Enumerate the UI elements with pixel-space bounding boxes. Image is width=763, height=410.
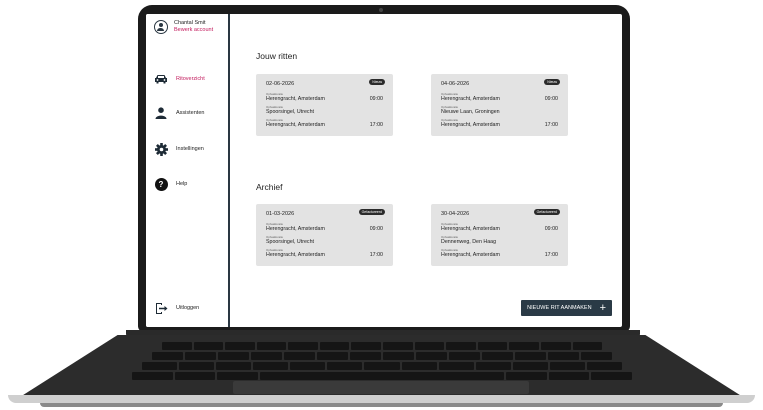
ride-stop: Ophaallocatie Herengracht, Amsterdam 17:0… <box>441 249 558 259</box>
sidebar-item-label: Help <box>176 181 188 187</box>
laptop-base-edge <box>40 403 723 407</box>
help-icon: ? <box>154 177 168 191</box>
ride-date: 30-04-2026 <box>441 211 470 217</box>
laptop-screen: Chantal Smit Bewerk account Ritoverzicht… <box>146 14 622 327</box>
ride-date: 01-03-2026 <box>266 211 295 217</box>
profile-name: Chantal Smit <box>174 20 206 26</box>
stop-place: Dennenweg, Den Haag <box>441 239 497 245</box>
stop-place: Herengracht, Amsterdam <box>266 252 325 258</box>
stop-time: 17:00 <box>544 122 558 128</box>
stop-place: Herengracht, Amsterdam <box>441 252 500 258</box>
new-ride-label: NIEUWE RIT AANMAKEN <box>527 305 592 311</box>
person-icon <box>154 106 168 120</box>
ride-stop: Ophaallocatie Herengracht, Amsterdam 09:0… <box>266 93 383 103</box>
key-row <box>132 372 633 380</box>
stop-place: Herengracht, Amsterdam <box>441 226 500 232</box>
stop-time: 09:00 <box>544 226 558 232</box>
sidebar: Chantal Smit Bewerk account Ritoverzicht… <box>146 14 230 327</box>
main-content: Jouw ritten 02-06-2026 Nieuw Ophaallocat… <box>230 14 622 327</box>
archive-card[interactable]: 01-03-2026 Gefactureerd Ophaallocatie He… <box>256 204 393 266</box>
laptop-lid: Chantal Smit Bewerk account Ritoverzicht… <box>138 5 630 332</box>
edit-account-link[interactable]: Bewerk account <box>174 27 213 34</box>
stop-place: Herengracht, Amsterdam <box>266 96 325 102</box>
keyboard <box>132 340 633 380</box>
key-row <box>142 362 623 370</box>
stop-place: Herengracht, Amsterdam <box>441 96 500 102</box>
sidebar-item-label: Instellingen <box>176 146 204 152</box>
plus-icon: + <box>599 301 606 314</box>
ride-stop: Ophaallocatie Herengracht, Amsterdam 17:0… <box>441 119 558 129</box>
avatar-icon <box>154 20 168 34</box>
key-row <box>152 352 612 360</box>
stop-place: Spoorsingel, Utrecht <box>266 109 314 115</box>
sidebar-item-help[interactable]: ? Help <box>154 177 187 191</box>
logout-icon <box>154 301 168 315</box>
new-ride-button[interactable]: NIEUWE RIT AANMAKEN + <box>521 300 612 316</box>
section-title-upcoming: Jouw ritten <box>256 51 298 61</box>
ride-stop: Ophaallocatie Herengracht, Amsterdam 09:0… <box>266 223 383 233</box>
ride-stop: Ophaallocatie Dennenweg, Den Haag <box>441 236 558 246</box>
ride-stop: Ophaallocatie Herengracht, Amsterdam 09:0… <box>441 93 558 103</box>
ride-stop: Ophaallocatie Spoorsingel, Utrecht <box>266 106 383 116</box>
ride-stop: Ophaallocatie Nieuwe Laan, Groningen <box>441 106 558 116</box>
sidebar-item-label: Ritoverzicht <box>176 76 205 82</box>
stop-place: Herengracht, Amsterdam <box>266 122 325 128</box>
profile[interactable]: Chantal Smit Bewerk account <box>154 20 213 34</box>
stop-place: Herengracht, Amsterdam <box>266 226 325 232</box>
gear-icon <box>154 142 168 156</box>
stop-time: 17:00 <box>369 252 383 258</box>
sidebar-item-instellingen[interactable]: Instellingen <box>154 142 204 156</box>
ride-stop: Ophaallocatie Spoorsingel, Utrecht <box>266 236 383 246</box>
sidebar-item-assistenten[interactable]: Assistenten <box>154 106 204 120</box>
logout-label: Uitloggen <box>176 305 200 311</box>
stop-time: 17:00 <box>369 122 383 128</box>
stop-place: Nieuwe Laan, Groningen <box>441 109 500 115</box>
sidebar-item-ritoverzicht[interactable]: Ritoverzicht <box>154 72 205 86</box>
webcam <box>379 8 383 12</box>
stop-time: 17:00 <box>544 252 558 258</box>
sidebar-item-label: Assistenten <box>176 110 205 116</box>
stop-time: 09:00 <box>544 96 558 102</box>
status-badge: Gefactureerd <box>358 209 385 215</box>
stop-time: 09:00 <box>369 226 383 232</box>
status-badge: Nieuw <box>544 79 560 85</box>
ride-date: 02-06-2026 <box>266 81 295 87</box>
stop-place: Spoorsingel, Utrecht <box>266 239 314 245</box>
ride-date: 04-06-2026 <box>441 81 470 87</box>
ride-stop: Ophaallocatie Herengracht, Amsterdam 17:0… <box>266 119 383 129</box>
ride-stop: Ophaallocatie Herengracht, Amsterdam 09:0… <box>441 223 558 233</box>
ride-card[interactable]: 02-06-2026 Nieuw Ophaallocatie Herengrac… <box>256 74 393 136</box>
archive-card[interactable]: 30-04-2026 Gefactureerd Ophaallocatie He… <box>431 204 568 266</box>
laptop-base <box>8 395 755 403</box>
trackpad <box>233 381 529 394</box>
section-title-archive: Archief <box>256 182 283 192</box>
key-row <box>162 342 603 350</box>
ride-stop: Ophaallocatie Herengracht, Amsterdam 17:0… <box>266 249 383 259</box>
status-badge: Gefactureerd <box>533 209 560 215</box>
logout-button[interactable]: Uitloggen <box>154 301 199 315</box>
status-badge: Nieuw <box>369 79 385 85</box>
car-icon <box>154 72 168 86</box>
ride-card[interactable]: 04-06-2026 Nieuw Ophaallocatie Herengrac… <box>431 74 568 136</box>
stop-place: Herengracht, Amsterdam <box>441 122 500 128</box>
stop-time: 09:00 <box>369 96 383 102</box>
